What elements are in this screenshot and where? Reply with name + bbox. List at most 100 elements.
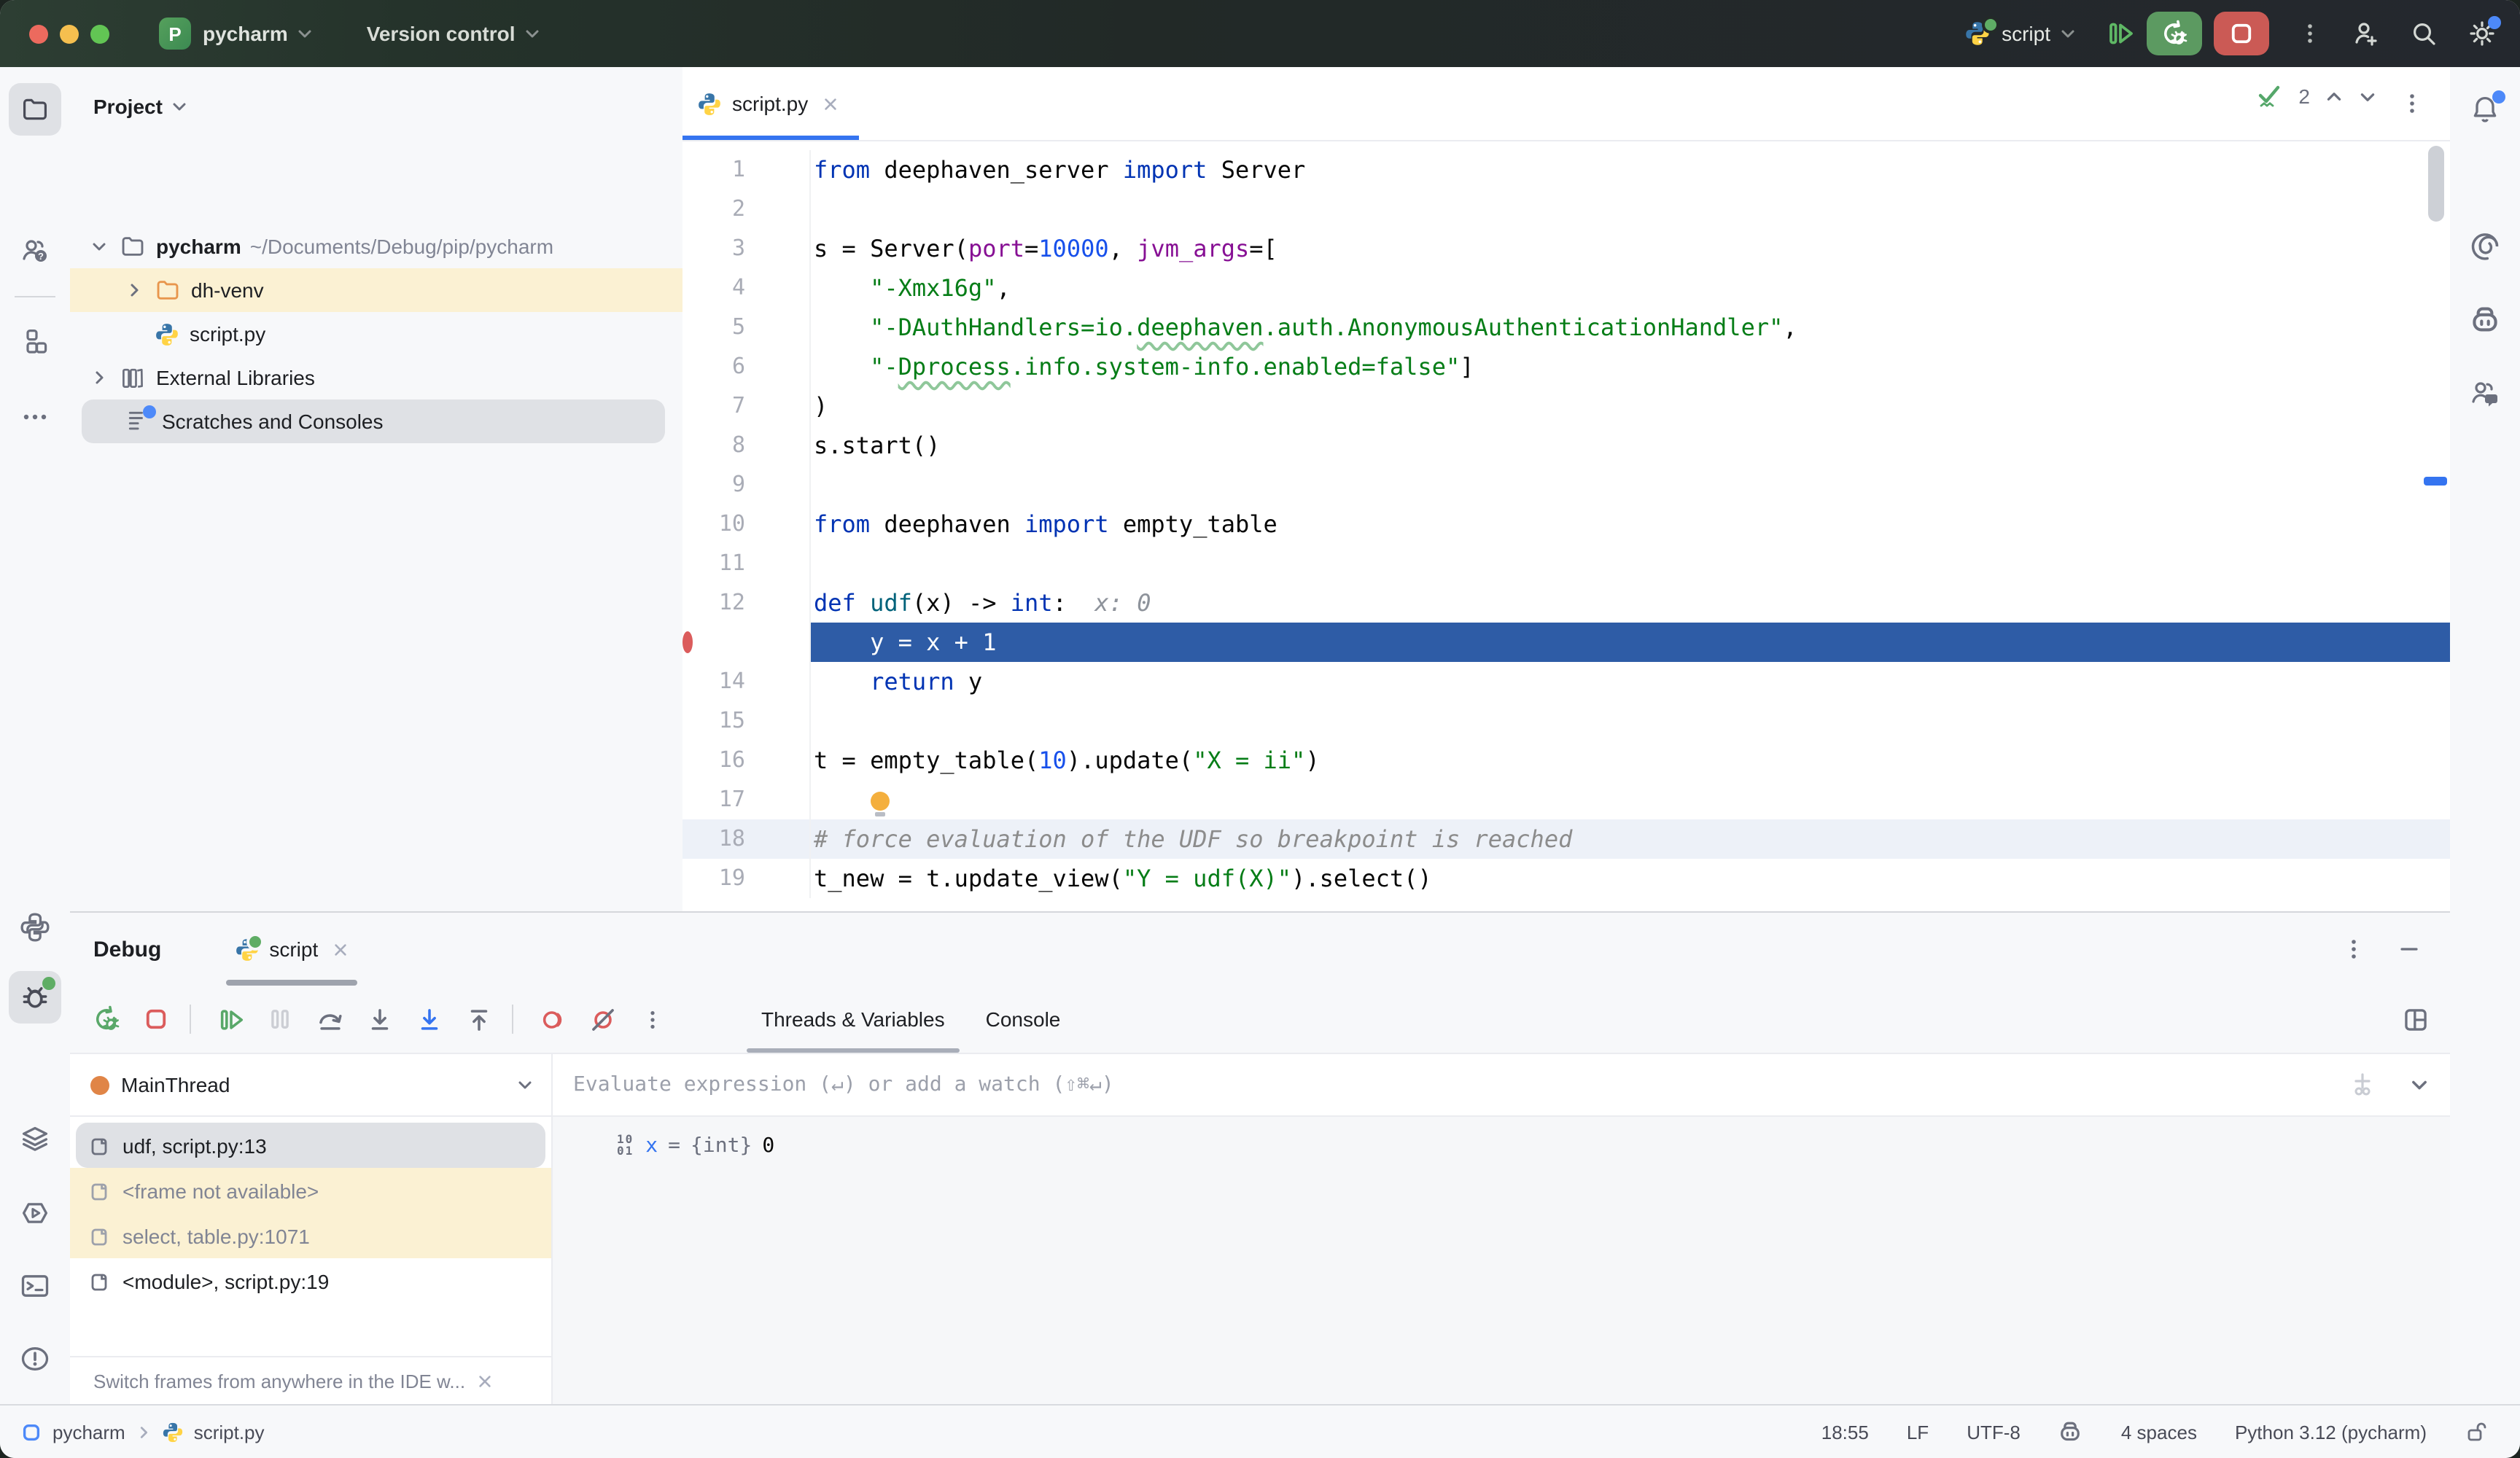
line-number[interactable]: 16 — [682, 741, 811, 780]
copilot-button[interactable] — [2459, 295, 2511, 347]
interpreter-widget[interactable]: Python 3.12 (pycharm) — [2235, 1421, 2427, 1443]
code-text[interactable]: t = empty_table(10).update("X = ii") — [811, 741, 2450, 780]
code-line-16[interactable]: 16t = empty_table(10).update("X = ii") — [682, 741, 2450, 780]
code-text[interactable]: y = x + 1 — [811, 623, 2450, 662]
line-separator-widget[interactable]: LF — [1907, 1421, 1929, 1443]
code-line-9[interactable]: 9 — [682, 465, 2450, 504]
frame-row[interactable]: <module>, script.py:19 — [70, 1258, 551, 1303]
line-number[interactable]: 3 — [682, 229, 811, 268]
dismiss-hint-button[interactable] — [477, 1373, 493, 1389]
copilot-status-icon[interactable] — [2058, 1419, 2083, 1444]
breadcrumb-file[interactable]: script.py — [194, 1421, 265, 1443]
settings-button[interactable] — [2468, 19, 2497, 48]
close-tab-button[interactable] — [822, 95, 839, 112]
close-window-button[interactable] — [29, 24, 48, 43]
tree-row-scratches[interactable]: Scratches and Consoles — [70, 399, 682, 443]
tree-row-project-root[interactable]: pycharm ~/Documents/Debug/pip/pycharm — [70, 225, 682, 268]
more-tool-windows-button[interactable] — [9, 391, 61, 443]
code-line-2[interactable]: 2 — [682, 190, 2450, 229]
mute-breakpoints-button[interactable] — [580, 997, 624, 1041]
chevron-expanded-icon[interactable] — [90, 238, 108, 255]
zoom-window-button[interactable] — [90, 24, 109, 43]
code-line-15[interactable]: 15 — [682, 701, 2450, 741]
terminal-tool-window-button[interactable] — [9, 1260, 61, 1312]
debug-more-actions-button[interactable] — [630, 997, 674, 1041]
next-problem-chevron-icon[interactable] — [2358, 87, 2377, 106]
variable-row[interactable]: 10 01 x = {int} 0 — [617, 1134, 2450, 1158]
force-step-into-button[interactable] — [407, 997, 451, 1041]
layout-settings-button[interactable] — [2402, 1005, 2430, 1033]
frame-row[interactable]: <frame not available> — [70, 1168, 551, 1213]
close-session-button[interactable] — [332, 941, 349, 957]
scrollbar-execution-mark[interactable] — [2424, 477, 2447, 486]
code-text[interactable] — [811, 544, 2450, 583]
code-text[interactable]: from deephaven_server import Server — [811, 150, 2450, 190]
thread-selector[interactable]: MainThread — [70, 1054, 551, 1117]
line-number[interactable]: 9 — [682, 465, 811, 504]
problems-tool-window-button[interactable] — [9, 1333, 61, 1385]
line-number[interactable]: 5 — [682, 308, 811, 347]
stop-button[interactable] — [2214, 12, 2269, 55]
code-text[interactable]: s = Server(port=10000, jvm_args=[ — [811, 229, 2450, 268]
code-line-8[interactable]: 8s.start() — [682, 426, 2450, 465]
inspection-widget[interactable]: 2 — [2255, 82, 2377, 111]
frame-row[interactable]: select, table.py:1071 — [70, 1213, 551, 1258]
code-line-5[interactable]: 5 "-DAuthHandlers=io.deephaven.auth.Anon… — [682, 308, 2450, 347]
run-configuration-selector[interactable]: script — [1964, 20, 2077, 47]
ai-assistant-button[interactable] — [2459, 220, 2511, 273]
code-line-1[interactable]: 1from deephaven_server import Server — [682, 150, 2450, 190]
line-number[interactable]: 19 — [682, 859, 811, 898]
unlocked-padlock-icon[interactable] — [2465, 1420, 2488, 1443]
code-line-3[interactable]: 3s = Server(port=10000, jvm_args=[ — [682, 229, 2450, 268]
step-into-button[interactable] — [357, 997, 401, 1041]
project-panel-title[interactable]: Project — [93, 95, 163, 118]
code-text[interactable]: def udf(x) -> int: x: 0 — [811, 583, 2450, 623]
project-tool-window-button[interactable] — [9, 83, 61, 136]
code-text[interactable]: t_new = t.update_view("Y = udf(X)").sele… — [811, 859, 2450, 898]
minimize-window-button[interactable] — [60, 24, 79, 43]
notifications-button[interactable] — [2459, 83, 2511, 136]
chevron-collapsed-icon[interactable] — [125, 281, 143, 299]
vcs-menu[interactable]: Version control — [367, 22, 516, 45]
frame-row[interactable]: udf, script.py:13 — [76, 1123, 545, 1168]
line-number[interactable]: 6 — [682, 347, 811, 386]
step-over-button[interactable] — [308, 997, 351, 1041]
step-out-button[interactable] — [456, 997, 500, 1041]
code-line-10[interactable]: 10from deephaven import empty_table — [682, 504, 2450, 544]
line-number[interactable]: 7 — [682, 386, 811, 426]
code-text[interactable]: "-DAuthHandlers=io.deephaven.auth.Anonym… — [811, 308, 2450, 347]
structure-tool-window-button[interactable] — [9, 315, 61, 367]
code-line-12[interactable]: 12def udf(x) -> int: x: 0 — [682, 583, 2450, 623]
line-number[interactable]: 18 — [682, 819, 811, 859]
run-tool-window-button[interactable] — [9, 1187, 61, 1239]
code-text[interactable]: # force evaluation of the UDF so breakpo… — [811, 819, 2450, 859]
line-number[interactable]: 8 — [682, 426, 811, 465]
editor-tab-script-py[interactable]: script.py — [682, 67, 859, 140]
intention-bulb-icon[interactable] — [870, 792, 889, 811]
code-text[interactable]: "-Xmx16g", — [811, 268, 2450, 308]
code-text[interactable]: return y — [811, 662, 2450, 701]
line-number[interactable]: 12 — [682, 583, 811, 623]
gutter[interactable] — [682, 623, 811, 662]
caret-position-widget[interactable]: 18:55 — [1821, 1421, 1869, 1443]
line-number[interactable]: 11 — [682, 544, 811, 583]
line-number[interactable]: 4 — [682, 268, 811, 308]
rerun-debug-button[interactable] — [2147, 12, 2202, 55]
code-line-11[interactable]: 11 — [682, 544, 2450, 583]
chevron-collapsed-icon[interactable] — [90, 369, 108, 386]
code-text[interactable] — [811, 190, 2450, 229]
copilot-chat-button[interactable] — [2459, 367, 2511, 420]
code-line-13[interactable]: y = x + 1 — [682, 623, 2450, 662]
project-menu[interactable]: pycharm — [203, 22, 288, 45]
line-number[interactable]: 15 — [682, 701, 811, 741]
expand-chevron-icon[interactable] — [2409, 1075, 2430, 1095]
add-watch-icon[interactable] — [2348, 1070, 2377, 1099]
code-text[interactable]: ) — [811, 386, 2450, 426]
line-number[interactable]: 2 — [682, 190, 811, 229]
indent-widget[interactable]: 4 spaces — [2121, 1421, 2197, 1443]
tab-console[interactable]: Console — [965, 986, 1081, 1053]
python-console-button[interactable] — [9, 901, 61, 954]
line-number[interactable]: 1 — [682, 150, 811, 190]
code-line-17[interactable]: 17 — [682, 780, 2450, 819]
code-text[interactable]: s.start() — [811, 426, 2450, 465]
